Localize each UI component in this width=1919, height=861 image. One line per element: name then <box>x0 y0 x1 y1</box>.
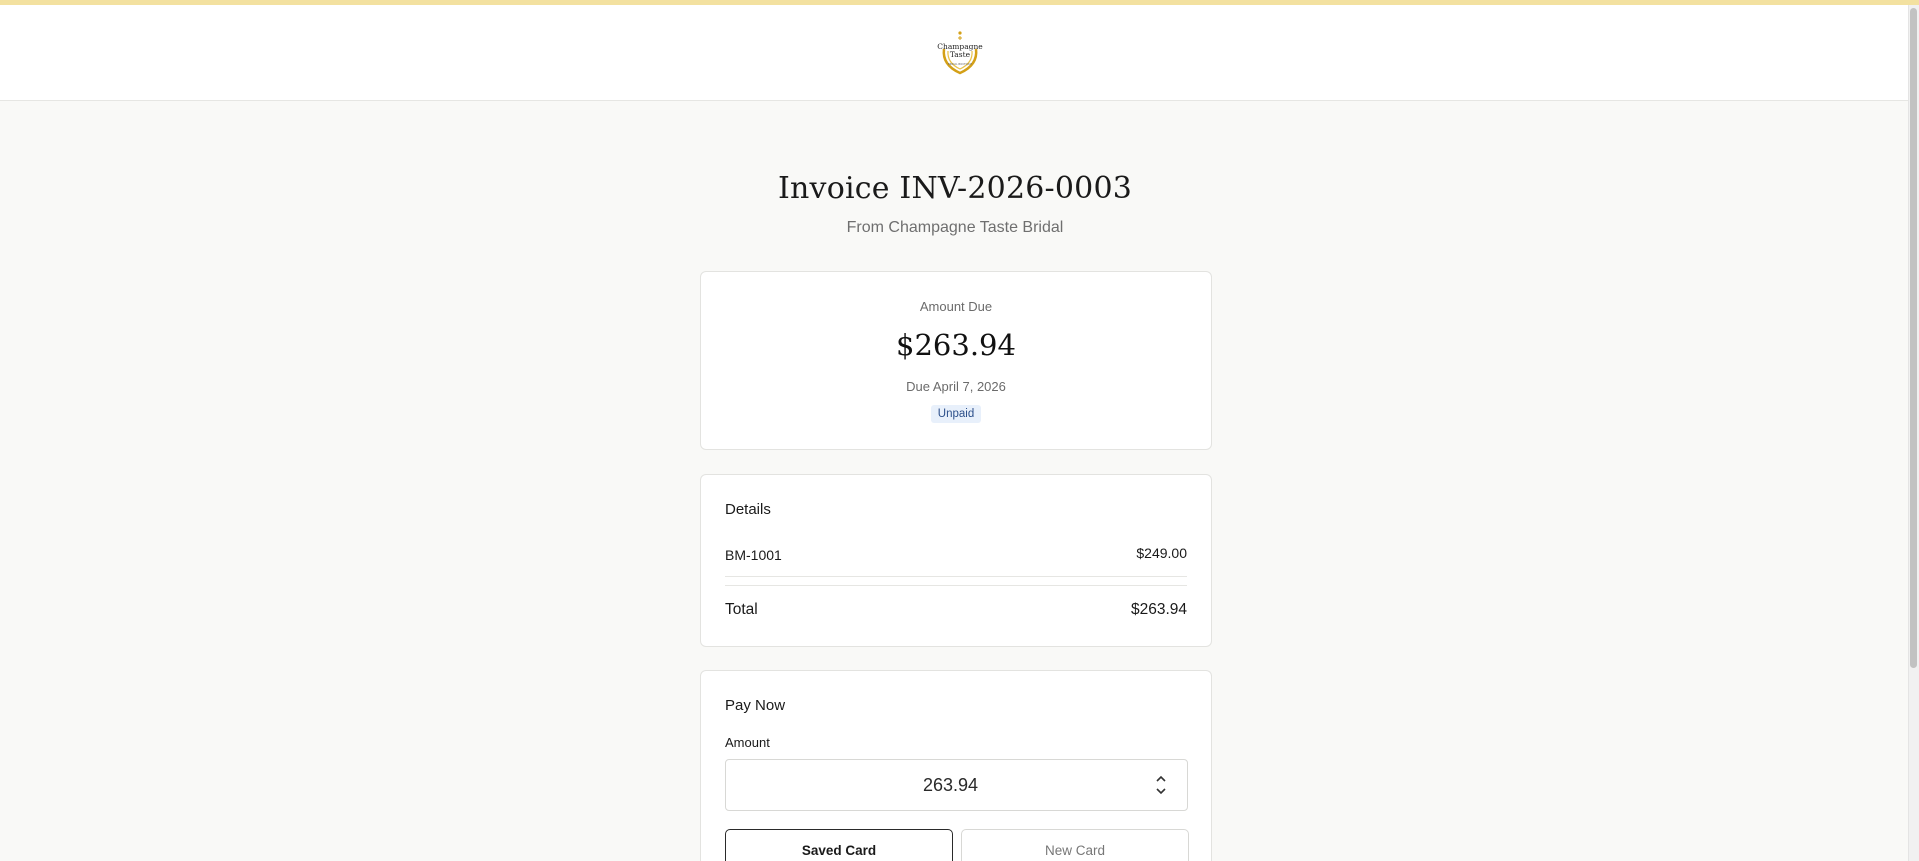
saved-card-tab[interactable]: Saved Card <box>725 829 953 861</box>
status-badge: Unpaid <box>930 405 982 423</box>
site-header: Champagne Taste BRIDAL BOUTIQUE <box>0 5 1919 101</box>
pay-now-title: Pay Now <box>725 697 786 714</box>
divider <box>725 576 1187 577</box>
amount-due-label: Amount Due <box>919 299 993 314</box>
brand-logo[interactable]: Champagne Taste BRIDAL BOUTIQUE <box>934 27 986 79</box>
divider <box>725 585 1187 586</box>
amount-field-label: Amount <box>725 735 770 750</box>
line-item-name: BM-1001 <box>725 547 782 563</box>
invoice-from: From Champagne Taste Bridal <box>846 219 1064 236</box>
total-row: Total $263.94 <box>725 601 1187 619</box>
chevron-down-icon[interactable] <box>1155 787 1167 795</box>
amount-input[interactable] <box>725 759 1188 811</box>
logo-text-small: BRIDAL BOUTIQUE <box>948 62 972 66</box>
total-value: $263.94 <box>1130 601 1187 618</box>
chevron-up-icon[interactable] <box>1155 775 1167 783</box>
scrollbar-thumb[interactable] <box>1910 8 1917 668</box>
due-date: Due April 7, 2026 <box>906 379 1006 394</box>
amount-stepper[interactable] <box>1153 775 1169 795</box>
amount-due-value: $263.94 <box>896 328 1016 362</box>
pay-now-card: Pay Now Amount Saved Card New Card <box>700 670 1212 861</box>
details-title: Details <box>725 501 771 518</box>
total-label: Total <box>725 601 758 618</box>
invoice-page: Invoice INV-2026-0003 From Champagne Tas… <box>0 101 1908 861</box>
new-card-tab[interactable]: New Card <box>961 829 1189 861</box>
line-item-amount: $249.00 <box>1136 545 1187 561</box>
amount-due-card: Amount Due $263.94 Due April 7, 2026 Unp… <box>700 271 1212 450</box>
logo-text-2: Taste <box>949 50 970 59</box>
invoice-title: Invoice INV-2026-0003 <box>777 171 1133 206</box>
line-item: BM-1001 $249.00 <box>725 545 1187 563</box>
details-card: Details BM-1001 $249.00 Total $263.94 <box>700 474 1212 647</box>
